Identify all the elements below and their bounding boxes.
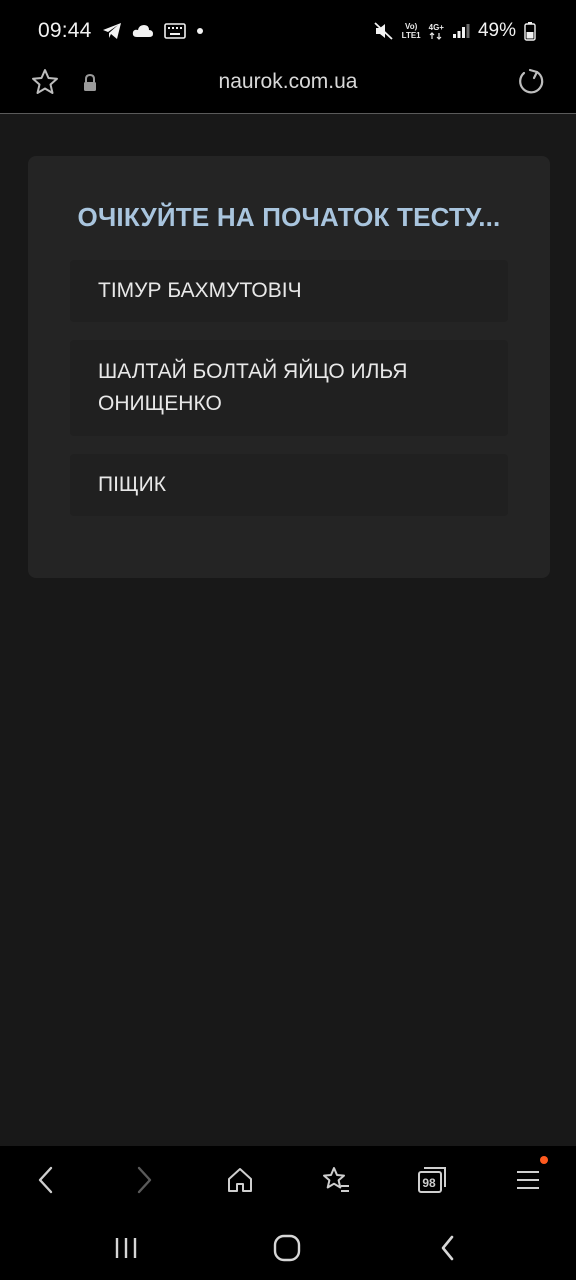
browser-toolbar: 98 [0, 1146, 576, 1214]
back-nav-button[interactable] [426, 1228, 470, 1268]
status-right: Vo) LTE1 4G+ 49% [374, 20, 536, 42]
battery-percentage: 49% [477, 20, 516, 41]
recent-apps-button[interactable] [104, 1228, 148, 1268]
url-field[interactable]: naurok.com.ua [0, 70, 576, 94]
reload-icon[interactable] [516, 67, 546, 102]
home-icon [228, 1168, 252, 1192]
volte-indicator: Vo) LTE1 [402, 22, 421, 40]
data-arrows-icon [429, 31, 442, 40]
mute-icon [374, 22, 394, 40]
player-item: ТІМУР БАХМУТОВІЧ [70, 260, 508, 322]
notification-dot [540, 1156, 548, 1164]
tabs-button[interactable]: 98 [412, 1160, 452, 1200]
data-type-label: 4G+ [428, 22, 444, 32]
player-name: ТІМУР БАХМУТОВІЧ [98, 279, 302, 302]
quiz-waiting-card: ОЧІКУЙТЕ НА ПОЧАТОК ТЕСТУ... ТІМУР БАХМУ… [28, 156, 550, 578]
menu-icon [517, 1171, 539, 1189]
player-name: ПІЩИК [98, 473, 166, 496]
telegram-icon [102, 22, 122, 40]
status-left: 09:44 [38, 19, 204, 43]
screen: 09:44 Vo) LTE1 4G+ 49% naurok.com.ua ОЧІ… [0, 0, 576, 1280]
player-name: ШАЛТАЙ БОЛТАЙ ЯЙЦО ИЛЬЯ ОНИЩЕНКО [98, 360, 408, 415]
tab-count: 98 [422, 1176, 436, 1190]
system-nav-bar [0, 1214, 576, 1280]
forward-button[interactable] [124, 1160, 164, 1200]
player-item: ПІЩИК [70, 454, 508, 516]
bookmarks-icon [323, 1167, 349, 1192]
back-nav-icon [441, 1235, 454, 1261]
cloud-icon [132, 24, 154, 38]
menu-button[interactable] [508, 1156, 548, 1200]
status-time: 09:44 [38, 19, 92, 42]
back-button[interactable] [26, 1160, 66, 1200]
player-item: ШАЛТАЙ БОЛТАЙ ЯЙЦО ИЛЬЯ ОНИЩЕНКО [70, 340, 508, 436]
status-bar: 09:44 Vo) LTE1 4G+ 49% [0, 0, 576, 62]
recent-apps-icon [115, 1238, 137, 1258]
signal-icon [452, 23, 470, 39]
keyboard-icon [163, 23, 186, 39]
dot-icon [196, 27, 204, 35]
network-bottom-label: LTE1 [401, 31, 421, 40]
home-nav-icon [273, 1234, 301, 1262]
forward-icon [137, 1166, 152, 1194]
address-bar: naurok.com.ua [0, 62, 576, 114]
data-type-indicator: 4G+ [429, 23, 444, 40]
home-button[interactable] [220, 1160, 260, 1200]
bookmarks-button[interactable] [316, 1160, 356, 1200]
home-nav-button[interactable] [265, 1228, 309, 1268]
waiting-title: ОЧІКУЙТЕ НА ПОЧАТОК ТЕСТУ... [77, 202, 501, 232]
network-top-label: Vo) [404, 22, 418, 31]
battery-icon [524, 21, 536, 41]
back-icon [38, 1166, 53, 1194]
